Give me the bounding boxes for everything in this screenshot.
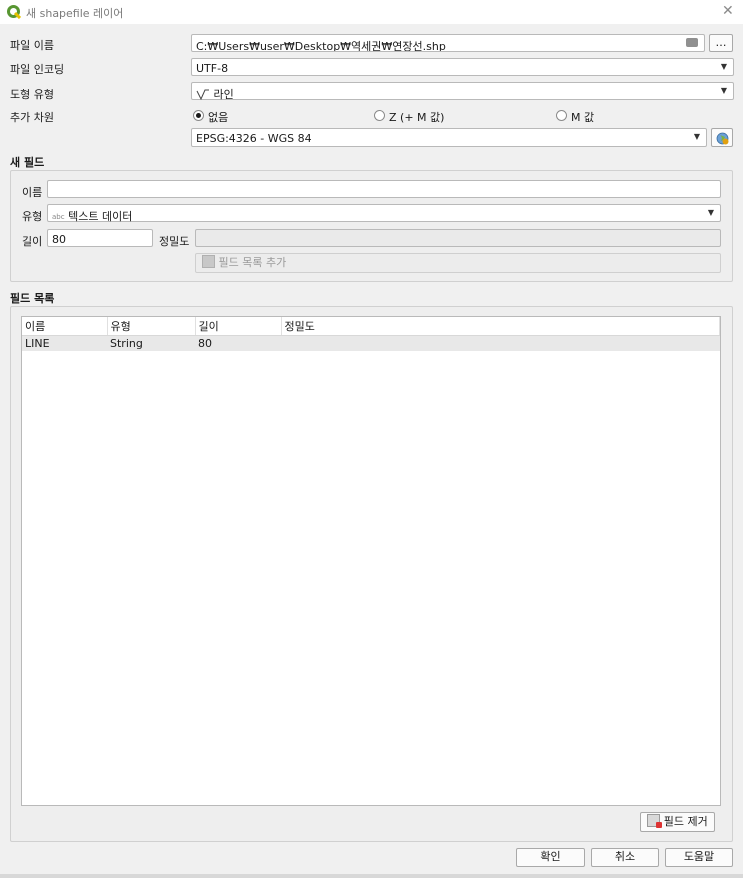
chevron-down-icon: ▼ [707,208,714,217]
bottom-edge [0,874,743,878]
table-row[interactable]: LINE String 80 [22,335,720,351]
field-name-label: 이름 [22,186,43,199]
geometry-value: 라인 [213,88,234,101]
field-type-select[interactable]: abc 텍스트 데이터 ▼ [47,204,721,223]
encoding-select[interactable]: UTF-8 ▼ [191,58,734,76]
geometry-select[interactable]: 라인 ▼ [191,82,734,101]
text-type-icon: abc [52,213,65,221]
field-type-value: 텍스트 데이터 [68,210,133,223]
crs-select[interactable]: EPSG:4326 - WGS 84 ▼ [191,128,707,147]
dimensions-label: 추가 차원 [10,111,54,124]
cell-length: 80 [195,335,281,351]
close-icon[interactable]: ✕ [722,3,734,19]
encoding-label: 파일 인코딩 [10,63,65,76]
table-header-row: 이름 유형 길이 정밀도 [22,317,720,336]
cancel-button[interactable]: 취소 [591,848,659,867]
dim-z-radio[interactable] [374,110,385,121]
field-type-label: 유형 [22,210,43,223]
crs-picker-button[interactable] [711,128,733,147]
remove-field-button[interactable]: 필드 제거 [640,812,715,832]
ok-button[interactable]: 확인 [516,848,585,867]
new-field-title: 새 필드 [10,156,45,169]
geometry-label: 도형 유형 [10,88,54,101]
chevron-down-icon: ▼ [720,86,727,95]
line-geometry-icon [196,89,209,100]
browse-button[interactable]: … [709,34,733,52]
column-header-length[interactable]: 길이 [195,317,282,336]
add-to-field-list-label: 필드 목록 추가 [218,256,287,269]
add-field-icon [202,255,215,268]
add-to-field-list-button[interactable]: 필드 목록 추가 [195,253,721,273]
column-header-type[interactable]: 유형 [107,317,196,336]
clear-icon[interactable] [686,38,698,47]
help-button[interactable]: 도움말 [665,848,733,867]
remove-field-label: 필드 제거 [663,815,708,828]
dim-m-label[interactable]: M 값 [571,109,594,125]
file-name-input[interactable]: C:₩Users₩user₩Desktop₩역세권₩연장선.shp [191,34,705,52]
column-header-name[interactable]: 이름 [22,317,108,336]
column-header-precision[interactable]: 정밀도 [281,317,720,336]
file-name-label: 파일 이름 [10,39,54,52]
dim-none-radio[interactable] [193,110,204,121]
field-name-input[interactable] [47,180,721,198]
dim-none-label[interactable]: 없음 [208,109,228,125]
field-list-table[interactable]: 이름 유형 길이 정밀도 LINE String 80 [21,316,721,806]
crs-value: EPSG:4326 - WGS 84 [196,132,312,145]
field-list-title: 필드 목록 [10,292,55,305]
window-title: 새 shapefile 레이어 [26,7,124,20]
precision-label: 정밀도 [159,235,190,248]
length-value: 80 [52,233,66,246]
encoding-value: UTF-8 [196,62,229,75]
globe-icon [716,132,729,145]
cell-precision [281,335,720,351]
cell-type: String [107,335,195,351]
dim-m-radio[interactable] [556,110,567,121]
remove-field-icon [647,814,663,828]
length-label: 길이 [22,235,43,248]
cell-name: LINE [22,335,107,351]
qgis-logo-icon [7,5,21,19]
chevron-down-icon: ▼ [720,62,727,71]
file-name-value: C:₩Users₩user₩Desktop₩역세권₩연장선.shp [196,40,446,52]
precision-input[interactable] [195,229,721,247]
dim-z-label[interactable]: Z (+ M 값) [389,109,444,125]
chevron-down-icon: ▼ [693,132,700,141]
length-input[interactable]: 80 [47,229,153,247]
fields-table: 이름 유형 길이 정밀도 LINE String 80 [22,317,720,351]
